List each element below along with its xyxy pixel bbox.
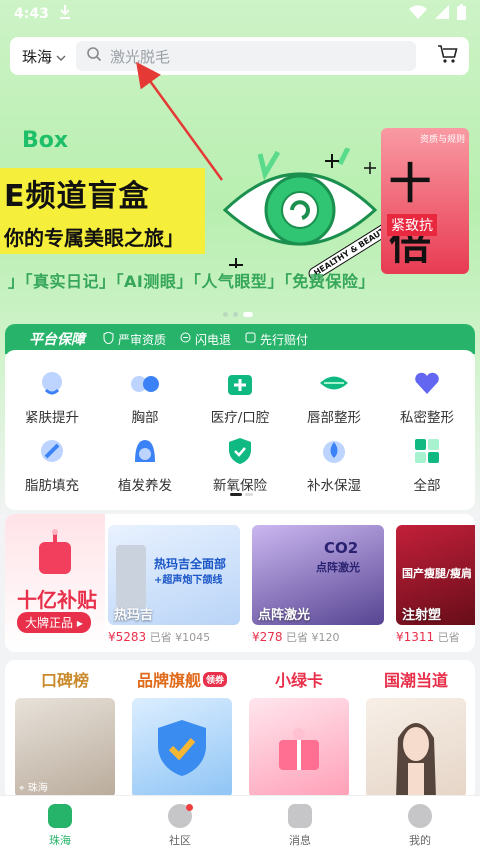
guarantee-item: 严审资质: [103, 330, 166, 348]
refund-icon: [180, 332, 191, 346]
cart-button[interactable]: [433, 41, 463, 71]
status-bar: 4:43: [0, 0, 480, 28]
search-placeholder: 激光脱毛: [110, 47, 171, 66]
rank-card-guochao[interactable]: 国潮当道: [361, 660, 471, 798]
rank-image: ⌖ 珠海: [15, 698, 115, 798]
guarantee-item: 闪电退: [180, 331, 231, 348]
lips-icon: [317, 366, 351, 400]
heart-icon: [410, 366, 444, 400]
medical-kit-icon: [223, 366, 257, 400]
tab-community[interactable]: 社区: [120, 796, 240, 855]
rank-image: [132, 698, 232, 798]
hair-icon: [128, 434, 162, 468]
category-item[interactable]: 胸部: [105, 366, 185, 426]
banner-page-dots: [223, 312, 253, 317]
compensation-icon: [245, 332, 256, 346]
subsidy-header[interactable]: 十亿补贴 大牌正品 ▸: [5, 514, 105, 652]
location-pin-icon: ⌖ 珠海: [19, 783, 48, 794]
subsidy-title: 十亿补贴: [17, 588, 97, 612]
cart-icon: [437, 44, 459, 68]
rank-title: 国潮当道: [383, 671, 448, 690]
subsidy-brand-button[interactable]: 大牌正品 ▸: [17, 612, 91, 633]
product-card[interactable]: CO2 点阵激光 点阵激光 ¥278 已省 ¥120: [252, 525, 384, 645]
download-icon: [59, 5, 71, 23]
product-image: 热玛吉全面部 +超声炮下颌线 热玛吉: [108, 525, 240, 625]
city-selector[interactable]: 珠海: [22, 46, 66, 67]
droplet-icon: [317, 434, 351, 468]
signal-icon: [435, 5, 449, 23]
bra-icon: [128, 366, 162, 400]
category-item[interactable]: 新氧保险: [200, 434, 280, 494]
category-item[interactable]: 脂肪填充: [12, 434, 92, 494]
banner-title: E频道盲盒: [0, 168, 205, 218]
coupon-badge: 领券: [203, 671, 228, 687]
category-item[interactable]: 紧肤提升: [12, 366, 92, 426]
product-price: ¥278 已省 ¥120: [252, 630, 340, 644]
rank-image: [249, 698, 349, 798]
grid-icon: [410, 434, 444, 468]
rank-section: 口碑榜 ⌖ 珠海 品牌旗舰 领券 小绿卡 国潮当道: [5, 660, 475, 800]
notification-dot: [186, 804, 193, 811]
tab-profile[interactable]: 我的: [360, 796, 480, 855]
chevron-down-icon: [56, 47, 66, 65]
bottom-tab-bar: 珠海 社区 消息 我的: [0, 795, 480, 855]
banner-box-word: Box: [22, 128, 69, 153]
status-time: 4:43: [14, 6, 49, 22]
category-item[interactable]: 全部: [387, 434, 467, 494]
profile-icon: [408, 803, 432, 828]
model-portrait-icon: [396, 723, 436, 798]
rank-title: 口碑榜: [40, 671, 89, 690]
category-item[interactable]: 植发养发: [105, 434, 185, 494]
side-banner-card[interactable]: 资质与规则 十倍 紧致抗: [381, 128, 469, 274]
battery-icon: [457, 4, 466, 24]
category-panel: 紧肤提升 胸部 医疗/口腔 唇部整形 私密整形 脂肪填充 植发养发 新氧保险 补…: [5, 350, 475, 510]
search-icon: [86, 46, 102, 66]
rank-title: 品牌旗舰 领券: [127, 660, 237, 698]
category-item[interactable]: 私密整形: [387, 366, 467, 426]
message-icon: [288, 803, 312, 828]
subsidy-section[interactable]: 十亿补贴 大牌正品 ▸ 热玛吉全面部 +超声炮下颌线 热玛吉 ¥5283 已省 …: [5, 514, 475, 652]
banner-subtitle: 你的专属美眼之旅」: [0, 218, 205, 254]
guarantee-item: 先行赔付: [245, 331, 308, 348]
rank-card-brand[interactable]: 品牌旗舰 领券: [127, 660, 237, 798]
side-card-tag: 资质与规则: [419, 135, 465, 145]
search-input[interactable]: 激光脱毛: [76, 41, 417, 71]
rank-image: [366, 698, 466, 798]
syringe-icon: [35, 434, 69, 468]
tab-home[interactable]: 珠海: [0, 796, 120, 855]
home-icon: [48, 803, 72, 828]
product-card[interactable]: 热玛吉全面部 +超声炮下颌线 热玛吉 ¥5283 已省 ¥1045: [108, 525, 240, 645]
shield-icon: [223, 434, 257, 468]
eye-illustration-icon: HEALTHY & BEAUTY: [220, 146, 398, 283]
guarantee-title: 平台保障: [29, 332, 85, 348]
city-label: 珠海: [22, 47, 53, 66]
product-price: ¥1311 已省: [396, 630, 460, 644]
rank-title: 小绿卡: [274, 671, 323, 690]
product-price: ¥5283 已省 ¥1045: [108, 630, 211, 644]
side-card-mid: 紧致抗: [387, 214, 437, 236]
category-item[interactable]: 唇部整形: [294, 366, 374, 426]
side-card-big: 十倍: [389, 159, 432, 269]
product-image: CO2 点阵激光 点阵激光: [252, 525, 384, 625]
promo-banner[interactable]: Box E频道盲盒 你的专属美眼之旅」 HEALTHY & BEAUTY 」「真…: [0, 118, 480, 308]
product-card[interactable]: 国产瘦腿/瘦肩 注射塑 ¥1311 已省: [396, 525, 475, 645]
shield-check-icon: [158, 720, 206, 776]
wifi-icon: [409, 5, 427, 23]
tab-messages[interactable]: 消息: [240, 796, 360, 855]
shield-check-icon: [103, 330, 114, 347]
product-image: 国产瘦腿/瘦肩 注射塑: [396, 525, 475, 625]
category-pager: [230, 493, 253, 496]
rank-card-green[interactable]: 小绿卡: [244, 660, 354, 798]
search-bar: 珠海 激光脱毛: [10, 37, 469, 75]
rank-card-koubei[interactable]: 口碑榜 ⌖ 珠海: [10, 660, 120, 798]
category-item[interactable]: 补水保湿: [294, 434, 374, 494]
category-item[interactable]: 医疗/口腔: [200, 366, 280, 426]
gift-icon: [35, 528, 75, 580]
face-icon: [35, 366, 69, 400]
gift-icon: [279, 728, 319, 770]
banner-features: 」「真实日记」「AI测眼」「人气眼型」「免费保险」: [8, 272, 375, 291]
